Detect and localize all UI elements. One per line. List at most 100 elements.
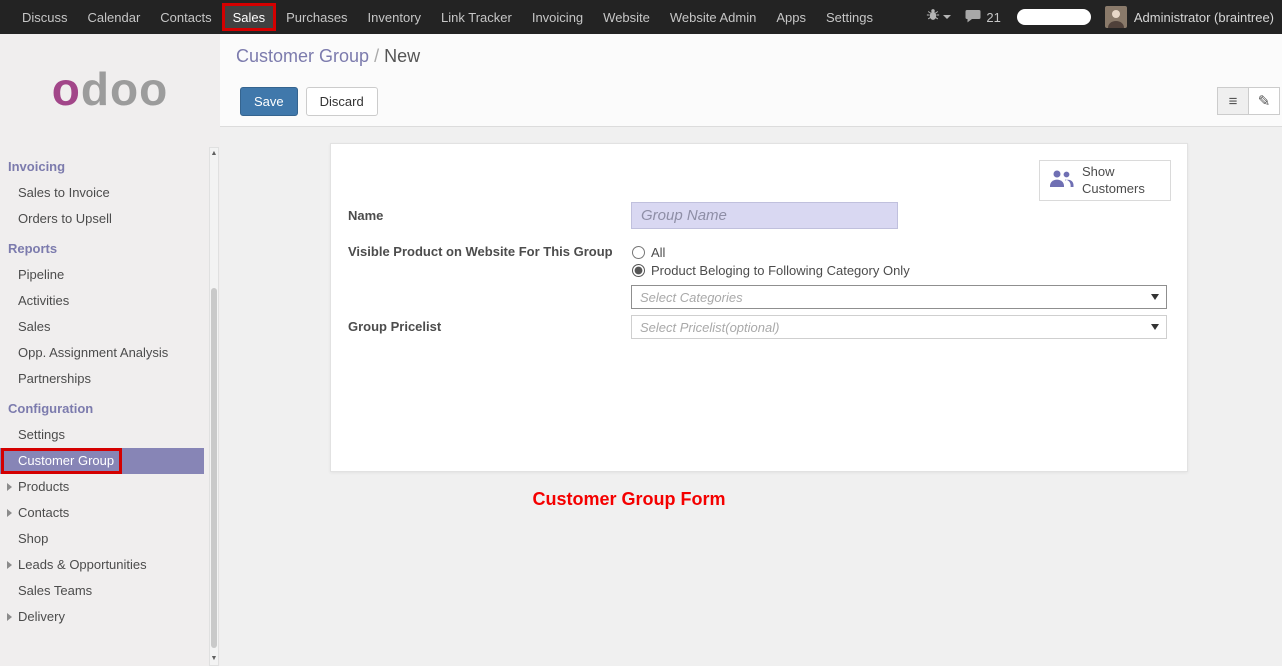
expand-arrow-icon bbox=[7, 561, 12, 569]
topnav-invoicing[interactable]: Invoicing bbox=[522, 0, 593, 34]
sidebar-item-sales[interactable]: Sales bbox=[0, 314, 204, 340]
pricelist-select[interactable]: Select Pricelist(optional) bbox=[631, 315, 1167, 339]
list-icon: ≡ bbox=[1229, 93, 1238, 110]
sidebar-item-settings[interactable]: Settings bbox=[0, 422, 204, 448]
logo-letters: doo bbox=[81, 62, 168, 116]
topnav-website-admin[interactable]: Website Admin bbox=[660, 0, 766, 34]
name-row: Name bbox=[348, 202, 1167, 229]
sidebar-item-partnerships[interactable]: Partnerships bbox=[0, 366, 204, 392]
section-title-configuration: Configuration bbox=[0, 396, 220, 422]
discard-button[interactable]: Discard bbox=[306, 87, 378, 116]
sidebar-item-delivery[interactable]: Delivery bbox=[0, 604, 204, 630]
select-caret-icon bbox=[1151, 324, 1159, 330]
topnav-link-tracker[interactable]: Link Tracker bbox=[431, 0, 522, 34]
radio-category-only[interactable]: Product Beloging to Following Category O… bbox=[631, 261, 1167, 279]
sidebar-scrollbar[interactable]: ▲ ▼ bbox=[209, 147, 219, 666]
radio-all-label: All bbox=[651, 245, 665, 260]
control-panel: Customer Group/New Save Discard ≡ ✎ bbox=[220, 34, 1282, 127]
breadcrumb-separator: / bbox=[369, 46, 384, 66]
sidebar: odoo Invoicing Sales to Invoice Orders t… bbox=[0, 34, 220, 666]
sidebar-section-configuration: Configuration Settings Customer Group Pr… bbox=[0, 396, 220, 630]
main-area: Customer Group/New Save Discard ≡ ✎ bbox=[220, 34, 1282, 666]
section-title-reports: Reports bbox=[0, 236, 220, 262]
sidebar-item-activities[interactable]: Activities bbox=[0, 288, 204, 314]
content-area: Show Customers Name Visible Product on W… bbox=[220, 127, 1282, 666]
topnav-apps[interactable]: Apps bbox=[766, 0, 816, 34]
sidebar-item-shop[interactable]: Shop bbox=[0, 526, 204, 552]
form-view-button[interactable]: ✎ bbox=[1248, 87, 1280, 115]
sidebar-item-contacts[interactable]: Contacts bbox=[0, 500, 204, 526]
form-sheet: Show Customers Name Visible Product on W… bbox=[330, 143, 1188, 472]
sidebar-item-pipeline[interactable]: Pipeline bbox=[0, 262, 204, 288]
select-caret-icon bbox=[1151, 294, 1159, 300]
messages-indicator[interactable]: 21 bbox=[965, 9, 1000, 26]
messages-count: 21 bbox=[986, 10, 1000, 25]
topnav-discuss[interactable]: Discuss bbox=[12, 0, 78, 34]
debug-menu[interactable] bbox=[926, 8, 951, 27]
avatar[interactable] bbox=[1105, 6, 1127, 28]
chat-bubble-icon bbox=[965, 9, 981, 26]
sidebar-item-sales-to-invoice[interactable]: Sales to Invoice bbox=[0, 180, 204, 206]
sidebar-item-sales-teams[interactable]: Sales Teams bbox=[0, 578, 204, 604]
pricelist-placeholder: Select Pricelist(optional) bbox=[640, 320, 779, 335]
sidebar-item-customer-group[interactable]: Customer Group bbox=[0, 448, 204, 474]
view-switcher: ≡ ✎ bbox=[1217, 87, 1280, 115]
breadcrumb: Customer Group/New bbox=[236, 46, 420, 67]
list-view-button[interactable]: ≡ bbox=[1217, 87, 1249, 115]
group-name-input[interactable] bbox=[631, 202, 898, 229]
customers-group-icon bbox=[1048, 169, 1074, 192]
sidebar-item-label: Contacts bbox=[18, 505, 69, 520]
sidebar-item-leads-opportunities[interactable]: Leads & Opportunities bbox=[0, 552, 204, 578]
spacer bbox=[348, 285, 631, 291]
visibility-options: All Product Beloging to Following Catego… bbox=[631, 243, 1167, 279]
save-button[interactable]: Save bbox=[240, 87, 298, 116]
sidebar-item-label: Leads & Opportunities bbox=[18, 557, 147, 572]
topnav-sales[interactable]: Sales bbox=[222, 3, 277, 31]
bug-icon bbox=[926, 8, 940, 27]
sidebar-item-label: Delivery bbox=[18, 609, 65, 624]
categories-placeholder: Select Categories bbox=[640, 290, 743, 305]
topnav-inventory[interactable]: Inventory bbox=[358, 0, 431, 34]
show-customers-label: Show Customers bbox=[1082, 164, 1148, 197]
expand-arrow-icon bbox=[7, 613, 12, 621]
scroll-down-icon[interactable]: ▼ bbox=[210, 654, 218, 664]
sidebar-item-label: Products bbox=[18, 479, 69, 494]
topnav-contacts[interactable]: Contacts bbox=[150, 0, 221, 34]
pricelist-label: Group Pricelist bbox=[348, 315, 631, 334]
radio-all-input[interactable] bbox=[632, 246, 645, 259]
breadcrumb-customer-group[interactable]: Customer Group bbox=[236, 46, 369, 66]
name-label: Name bbox=[348, 208, 631, 223]
form-fields: Name Visible Product on Website For This… bbox=[348, 202, 1167, 339]
user-menu[interactable]: Administrator (braintree) bbox=[1134, 10, 1274, 25]
sidebar-item-opp-assignment-analysis[interactable]: Opp. Assignment Analysis bbox=[0, 340, 204, 366]
topnav-purchases[interactable]: Purchases bbox=[276, 0, 357, 34]
sidebar-menu: Invoicing Sales to Invoice Orders to Ups… bbox=[0, 154, 220, 630]
status-pill[interactable] bbox=[1017, 9, 1091, 25]
radio-all[interactable]: All bbox=[631, 243, 1167, 261]
scrollbar-thumb[interactable] bbox=[211, 288, 217, 648]
visibility-label: Visible Product on Website For This Grou… bbox=[348, 243, 631, 259]
sidebar-item-orders-to-upsell[interactable]: Orders to Upsell bbox=[0, 206, 204, 232]
logo-letter: o bbox=[52, 62, 81, 116]
visibility-row: Visible Product on Website For This Grou… bbox=[348, 243, 1167, 279]
topnav-calendar[interactable]: Calendar bbox=[78, 0, 151, 34]
top-menu: Discuss Calendar Contacts Sales Purchase… bbox=[0, 0, 883, 34]
topnav-settings[interactable]: Settings bbox=[816, 0, 883, 34]
sidebar-section-invoicing: Invoicing Sales to Invoice Orders to Ups… bbox=[0, 154, 220, 232]
categories-select[interactable]: Select Categories bbox=[631, 285, 1167, 309]
categories-row: Select Categories bbox=[348, 285, 1167, 309]
topbar: Discuss Calendar Contacts Sales Purchase… bbox=[0, 0, 1282, 34]
sidebar-item-products[interactable]: Products bbox=[0, 474, 204, 500]
radio-category-only-label: Product Beloging to Following Category O… bbox=[651, 263, 910, 278]
sidebar-section-reports: Reports Pipeline Activities Sales Opp. A… bbox=[0, 236, 220, 392]
form-buttons: Save Discard bbox=[240, 87, 378, 116]
chevron-down-icon bbox=[943, 15, 951, 19]
annotation-caption: Customer Group Form bbox=[220, 489, 1038, 510]
radio-category-only-input[interactable] bbox=[632, 264, 645, 277]
scroll-up-icon[interactable]: ▲ bbox=[210, 149, 218, 159]
expand-arrow-icon bbox=[7, 509, 12, 517]
topbar-right: 21 Administrator (braintree) bbox=[926, 6, 1282, 28]
show-customers-button[interactable]: Show Customers bbox=[1039, 160, 1171, 201]
sidebar-item-label: Customer Group bbox=[18, 453, 114, 468]
topnav-website[interactable]: Website bbox=[593, 0, 660, 34]
